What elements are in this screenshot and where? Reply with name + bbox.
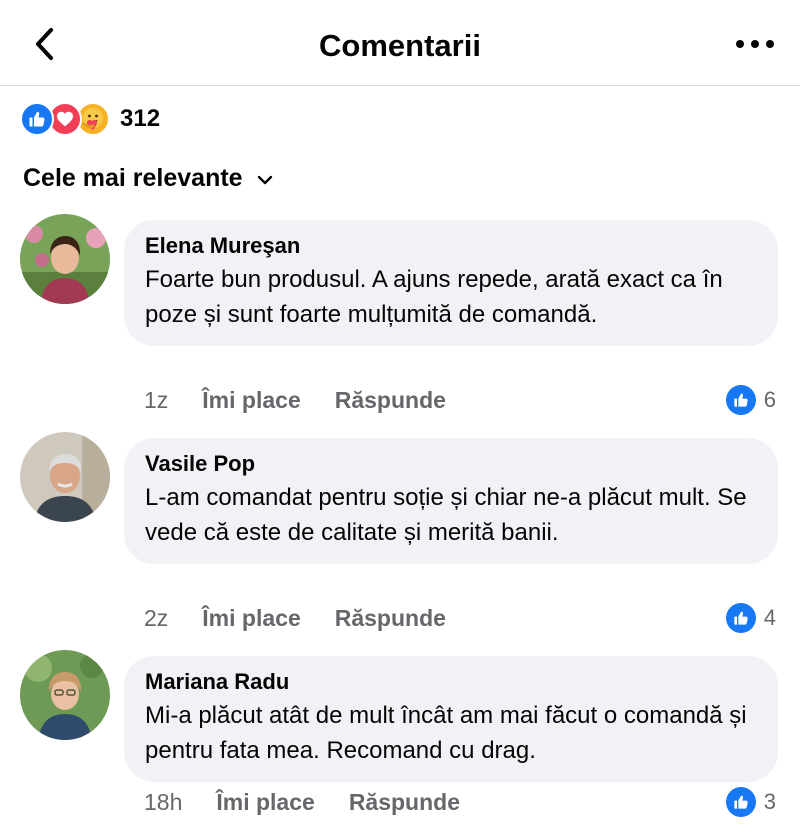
like-button[interactable]: Îmi place: [216, 789, 314, 816]
sort-label: Cele mai relevante: [23, 163, 243, 192]
like-icon: [725, 385, 756, 415]
page-title: Comentarii: [319, 28, 481, 63]
comment-bubble[interactable]: Vasile Pop L-am comandat pentru soție și…: [124, 438, 778, 564]
comment-actions: 1z Îmi place Răspunde: [144, 385, 446, 415]
like-button[interactable]: Îmi place: [202, 387, 300, 414]
comment-author[interactable]: Vasile Pop: [145, 450, 758, 478]
like-button[interactable]: Îmi place: [202, 605, 300, 632]
avatar[interactable]: [20, 214, 110, 304]
comment-likes[interactable]: 4: [725, 603, 776, 633]
reaction-count: 312: [120, 105, 161, 132]
comment-bubble[interactable]: Elena Mureşan Foarte bun produsul. A aju…: [124, 220, 778, 346]
like-icon: [725, 787, 756, 817]
like-count: 6: [763, 387, 776, 412]
more-dot: [766, 40, 774, 48]
comment-author[interactable]: Elena Mureşan: [145, 232, 758, 260]
comment-author[interactable]: Mariana Radu: [145, 668, 758, 696]
reply-button[interactable]: Răspunde: [335, 605, 446, 632]
like-count: 4: [763, 605, 776, 630]
comment-text: Foarte bun produsul. A ajuns repede, ara…: [145, 266, 723, 328]
comment-likes[interactable]: 6: [725, 385, 776, 415]
comment-time[interactable]: 1z: [144, 387, 168, 414]
more-horizontal-icon: [736, 40, 744, 48]
like-icon: [20, 102, 54, 136]
comment-actions: 2z Îmi place Răspunde: [144, 603, 446, 633]
sort-dropdown[interactable]: Cele mai relevante: [23, 160, 273, 196]
reply-button[interactable]: Răspunde: [349, 789, 460, 816]
avatar[interactable]: [20, 650, 110, 740]
reply-button[interactable]: Răspunde: [335, 387, 446, 414]
comment-bubble[interactable]: Mariana Radu Mi-a plăcut atât de mult în…: [124, 656, 778, 782]
like-count: 3: [763, 789, 776, 814]
more-options-button[interactable]: [736, 32, 774, 56]
reactions-summary[interactable]: 312: [20, 101, 160, 137]
comment-text: Mi-a plăcut atât de mult încât am mai fă…: [145, 702, 747, 764]
comment-time[interactable]: 2z: [144, 605, 168, 632]
comment-likes[interactable]: 3: [725, 787, 776, 817]
comment-text: L-am comandat pentru soție și chiar ne-a…: [145, 484, 747, 546]
avatar[interactable]: [20, 432, 110, 522]
chevron-down-icon: [257, 175, 272, 185]
comment-time[interactable]: 18h: [144, 789, 182, 816]
like-icon: [725, 603, 756, 633]
more-dot: [751, 40, 759, 48]
top-bar: Comentarii: [0, 0, 800, 86]
comment-actions: 18h Îmi place Răspunde: [144, 787, 460, 817]
